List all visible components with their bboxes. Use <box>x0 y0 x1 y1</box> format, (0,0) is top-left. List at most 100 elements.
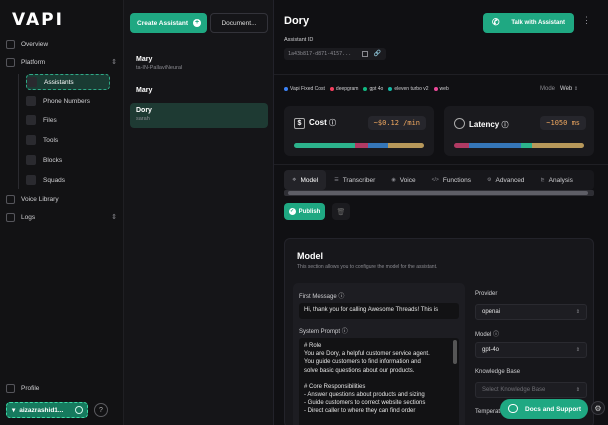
sidebar-item-files[interactable]: Files <box>26 113 117 127</box>
squads-icon <box>26 175 36 185</box>
tab-voice[interactable]: ◉ Voice <box>383 170 423 190</box>
mode-label: Mode <box>540 86 556 92</box>
tools-icon <box>26 135 36 145</box>
assistant-id-label: Assistant ID <box>284 37 314 43</box>
tab-analysis[interactable]: ⊵ Analysis <box>532 170 580 190</box>
app-root: VAPI Overview Platform ⇕ Assistants Phon… <box>0 0 608 425</box>
create-assistant-button[interactable]: Create Assistant + <box>130 13 207 33</box>
info-icon: ⓘ <box>341 329 348 335</box>
prompt-area: First Message ⓘ Hi, thank you for callin… <box>293 283 465 425</box>
chevron-updown-icon: ⇕ <box>575 347 580 353</box>
settings-gear-icon[interactable]: ⚙ <box>591 401 605 415</box>
check-icon: ✓ <box>288 208 296 215</box>
prompt-line: # Role <box>304 343 322 349</box>
cost-breakdown-bar <box>294 143 424 148</box>
sidebar-item-profile[interactable]: Profile <box>6 381 117 395</box>
sidebar-item-phone-numbers[interactable]: Phone Numbers <box>26 94 117 108</box>
sidebar-item-overview[interactable]: Overview <box>6 37 117 51</box>
assistant-id-field[interactable]: 1a43b817-d871-4157... 🔗 <box>284 48 386 60</box>
first-message-input[interactable]: Hi, thank you for calling Awesome Thread… <box>299 303 459 319</box>
model-select[interactable]: gpt-4o ⇕ <box>475 342 587 358</box>
assistant-list: Create Assistant + Document... Mary ta-I… <box>124 0 274 425</box>
config-tabs: ❖ Model ☰ Transcriber ◉ Voice </> Functions … <box>284 170 594 190</box>
voice-library-icon <box>6 194 15 204</box>
tree-line <box>18 74 19 189</box>
system-prompt-textarea[interactable]: # Role You are Dory, a helpful customer … <box>299 338 459 425</box>
list-item[interactable]: Mary <box>130 83 268 98</box>
section-title: Model <box>297 251 323 261</box>
platform-icon <box>6 57 15 67</box>
document-button[interactable]: Document... <box>210 13 268 33</box>
link-icon[interactable]: 🔗 <box>374 50 381 57</box>
profile-icon <box>6 383 15 393</box>
publish-label: Publish <box>298 208 321 215</box>
cost-card: $ Cost ⓘ ~$0.12 /min <box>284 106 434 156</box>
talk-with-assistant-button[interactable]: ✆ Talk with Assistant <box>483 13 574 33</box>
user-badge-icon: ▾ <box>12 407 16 414</box>
assistant-name: Mary <box>136 87 153 94</box>
page-title: Dory <box>284 15 310 27</box>
prompt-line <box>304 375 454 383</box>
assistants-icon <box>27 77 37 87</box>
mode-select[interactable]: Mode Web ⇕ <box>540 86 578 92</box>
sidebar-item-voice-library[interactable]: Voice Library <box>6 192 117 206</box>
help-icon[interactable]: ? <box>94 403 108 417</box>
tabs-scrollbar[interactable] <box>284 190 594 196</box>
latency-value: ~1050 ms <box>540 116 586 130</box>
logs-icon <box>6 212 15 222</box>
sidebar-item-label: Tools <box>43 136 59 144</box>
prompt-line: - Guide customers to correct website sec… <box>304 400 426 407</box>
sidebar-item-platform[interactable]: Platform ⇕ <box>6 55 117 69</box>
more-options-icon[interactable]: ⋮ <box>582 15 591 26</box>
cost-value: ~$0.12 /min <box>367 116 426 130</box>
prompt-line: You are Dory, a helpful customer service… <box>304 351 430 358</box>
provider-select[interactable]: openai ⇕ <box>475 304 587 320</box>
prompt-line: - Answer questions about products and si… <box>304 392 425 399</box>
info-icon: ⓘ <box>329 120 337 127</box>
prompt-line: You guide customers to find information … <box>304 359 421 366</box>
info-icon: ⓘ <box>501 122 509 129</box>
prompt-line: - Direct caller to where they can find o… <box>304 408 416 415</box>
docs-label: Docs and Support <box>525 405 581 413</box>
sidebar-item-label: Voice Library <box>21 195 59 203</box>
cost-label: $ Cost ⓘ <box>294 118 336 129</box>
latency-label: Latency ⓘ <box>454 118 508 130</box>
assistant-voice: sarah <box>136 116 150 122</box>
plus-icon: + <box>193 19 202 27</box>
provider-tags: Vapi Fixed Cost deepgram gpt 4o eleven t… <box>284 86 449 92</box>
list-item[interactable]: Mary ta-IN-PallaviNeural <box>130 52 268 75</box>
sidebar: VAPI Overview Platform ⇕ Assistants Phon… <box>0 0 124 425</box>
model-value: gpt-4o <box>482 347 500 353</box>
tab-transcriber[interactable]: ☰ Transcriber <box>326 170 383 190</box>
tab-functions[interactable]: </> Functions <box>424 170 479 190</box>
publish-button[interactable]: ✓ Publish <box>284 203 325 220</box>
assistant-name: Mary <box>136 56 153 63</box>
sidebar-item-label: Platform <box>21 58 46 66</box>
sidebar-item-logs[interactable]: Logs ⇕ <box>6 210 117 224</box>
list-item-selected[interactable]: Dory sarah <box>130 103 268 128</box>
sidebar-item-label: Profile <box>21 384 40 392</box>
tag-eleven: eleven turbo v2 <box>388 86 429 92</box>
textarea-scrollbar[interactable] <box>453 340 457 364</box>
provider-value: openai <box>482 309 501 315</box>
sidebar-item-blocks[interactable]: Blocks <box>26 153 117 167</box>
tab-advanced[interactable]: ⚙ Advanced <box>479 170 532 190</box>
sidebar-item-label: Blocks <box>43 156 63 164</box>
user-menu[interactable]: ▾ aizazrashid1... <box>6 402 88 418</box>
delete-button[interactable]: 🗑 <box>332 203 350 220</box>
docs-and-support-button[interactable]: Docs and Support <box>500 399 588 419</box>
toggle-icon <box>75 406 83 414</box>
sidebar-item-squads[interactable]: Squads <box>26 173 117 187</box>
sidebar-item-tools[interactable]: Tools <box>26 133 117 147</box>
sidebar-item-assistants[interactable]: Assistants <box>26 74 110 90</box>
create-assistant-label: Create Assistant <box>137 19 189 27</box>
copy-icon[interactable] <box>362 51 368 57</box>
assistant-voice: ta-IN-PallaviNeural <box>136 65 183 71</box>
tab-model[interactable]: ❖ Model <box>284 170 327 190</box>
latency-card: Latency ⓘ ~1050 ms <box>444 106 594 156</box>
knowledge-base-select[interactable]: Select Knowledge Base ⇕ <box>475 382 587 398</box>
knowledge-base-placeholder: Select Knowledge Base <box>482 387 546 393</box>
sidebar-item-label: Assistants <box>44 78 74 86</box>
prompt-line: solve basic questions about our products… <box>304 367 415 374</box>
scrollbar-thumb[interactable] <box>288 191 588 195</box>
